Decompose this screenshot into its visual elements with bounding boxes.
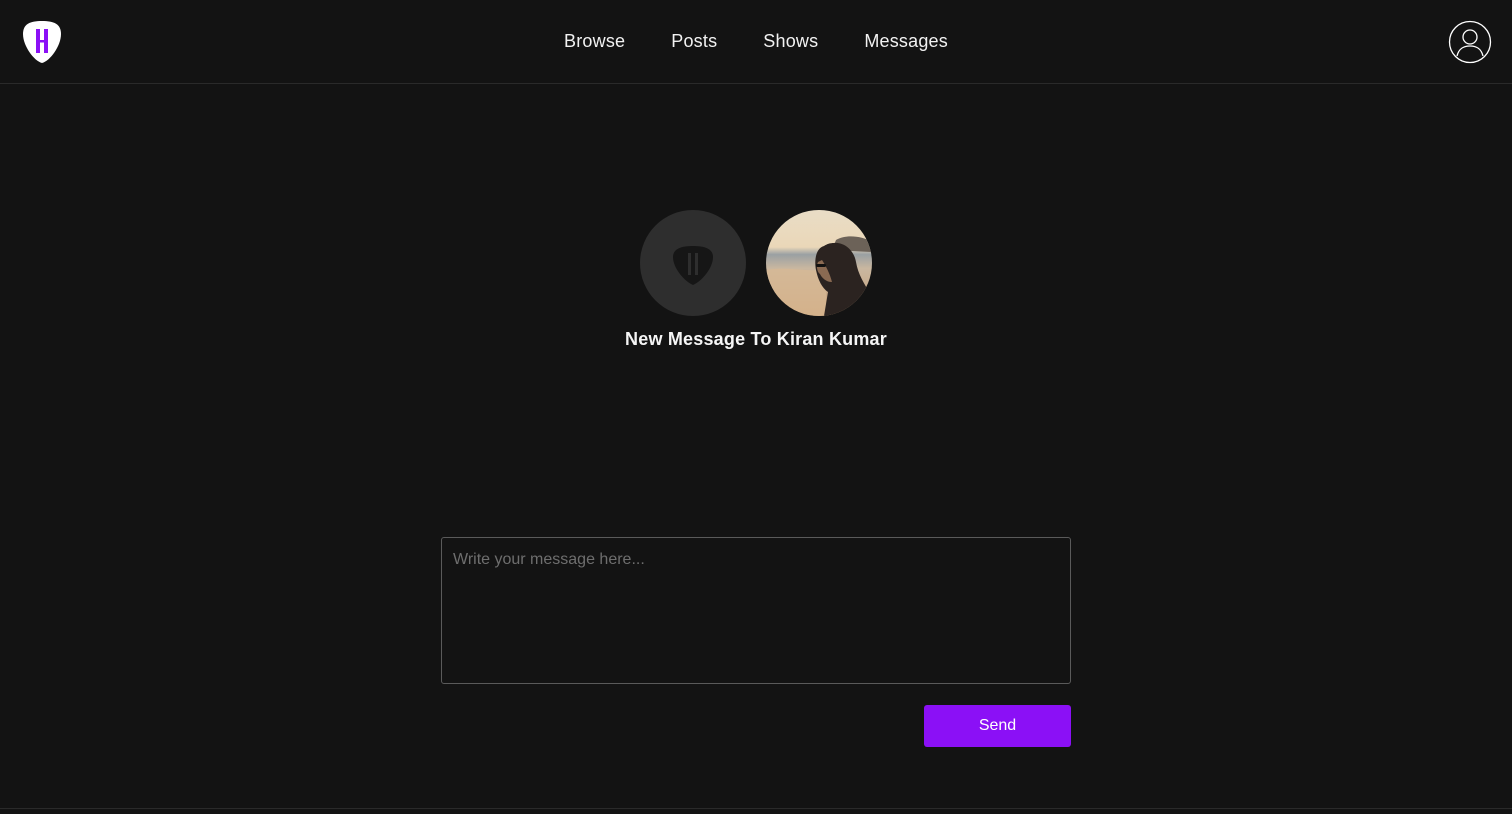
guitar-pick-logo-icon[interactable]: [22, 20, 62, 64]
app-root: Browse Posts Shows Messages New Message …: [0, 0, 1512, 814]
conversation-title: New Message To Kiran Kumar: [625, 329, 887, 349]
footer-divider: [0, 808, 1512, 809]
nav-shows[interactable]: Shows: [763, 31, 818, 52]
send-button[interactable]: Send: [924, 705, 1071, 747]
recipient-photo: [766, 210, 872, 316]
nav-browse[interactable]: Browse: [564, 31, 625, 52]
guitar-pick-logo-icon: [673, 246, 713, 285]
participant-avatars: [640, 210, 872, 316]
top-navigation-bar: Browse Posts Shows Messages: [0, 0, 1512, 84]
nav-messages[interactable]: Messages: [864, 31, 948, 52]
sender-avatar: [640, 210, 746, 316]
recipient-avatar: [766, 210, 872, 316]
user-profile-icon[interactable]: [1448, 20, 1492, 64]
main-nav: Browse Posts Shows Messages: [0, 0, 1512, 83]
nav-posts[interactable]: Posts: [671, 31, 717, 52]
message-input[interactable]: [441, 537, 1071, 684]
